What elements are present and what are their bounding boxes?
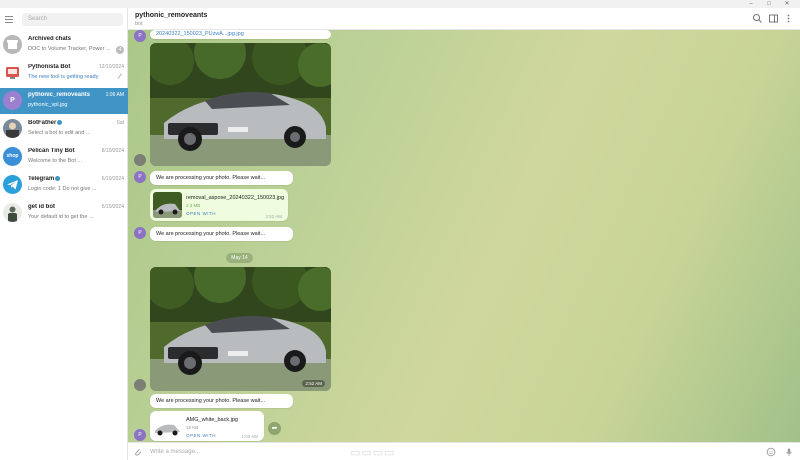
photo-message[interactable]: 2:52 AM bbox=[150, 267, 331, 391]
chat-item-get-id-bot[interactable]: get id bot 5/10/2024 Your default id to … bbox=[0, 200, 128, 226]
chat-item-telegram[interactable]: Telegram 6/10/2024 Login code: 1 Do not … bbox=[0, 172, 128, 198]
maximize-button[interactable]: □ bbox=[762, 0, 776, 8]
minimize-button[interactable]: – bbox=[744, 0, 758, 8]
archive-icon bbox=[3, 35, 22, 54]
avatar: P bbox=[134, 171, 146, 183]
verified-icon bbox=[55, 176, 61, 181]
pin-icon bbox=[117, 73, 125, 81]
chat-time: 12/10/2024 bbox=[98, 64, 124, 70]
chat-name: BotFather bbox=[28, 120, 100, 126]
chat-subtitle: bot bbox=[135, 21, 143, 27]
chat-preview: Your default id to get the ... bbox=[28, 214, 94, 220]
avatar bbox=[3, 203, 22, 222]
more-vertical-icon[interactable] bbox=[783, 13, 794, 24]
avatar bbox=[3, 119, 22, 138]
chat-header: pythonic_removeants bot bbox=[128, 8, 800, 30]
chat-name: Telegram bbox=[28, 176, 100, 182]
file-message[interactable]: AMG_white_back.jpg 18 KB OPEN WITH 1:03 … bbox=[150, 411, 264, 441]
verified-icon bbox=[57, 120, 63, 125]
message-list: 20240322_150023_PUzwA...jpg.jpg P P We a… bbox=[128, 30, 800, 442]
message-bubble: We are processing your photo. Please wai… bbox=[150, 394, 293, 408]
chat-preview: Select a bot to edit and ... bbox=[28, 130, 91, 136]
chat-item-pelican-tiny-bot[interactable]: shop Pelican Tiny Bot 8/10/2024 Welcome … bbox=[0, 144, 128, 170]
chat-preview: Welcome to the Bot ... bbox=[28, 158, 83, 164]
chat-preview: Login code: 1 Do not give ... bbox=[28, 186, 97, 192]
file-name: removal_aspose_20240322_150023.jpg bbox=[186, 195, 285, 201]
message-bubble: We are processing your photo. Please wai… bbox=[150, 171, 293, 185]
file-size: 2.3 MB bbox=[186, 203, 201, 208]
hamburger-menu-icon[interactable] bbox=[4, 14, 14, 24]
chat-item-botfather[interactable]: BotFather Sat Select a bot to edit and .… bbox=[0, 116, 128, 142]
avatar bbox=[134, 379, 146, 391]
chat-item-pythonic-removeants[interactable]: P pythonic_removeants 1:06 AM pythonic_v… bbox=[0, 88, 128, 114]
avatar: P bbox=[134, 227, 146, 239]
emoji-icon[interactable] bbox=[766, 447, 776, 457]
open-with-link[interactable]: OPEN WITH bbox=[186, 433, 216, 438]
chat-name-text: BotFather bbox=[28, 120, 57, 127]
date-separator: May 14 bbox=[226, 253, 253, 263]
microphone-icon[interactable] bbox=[784, 447, 794, 457]
chat-name: Archived chats bbox=[28, 36, 72, 42]
message-bubble: We are processing your photo. Please wai… bbox=[150, 227, 293, 241]
bot-avatar bbox=[3, 63, 22, 82]
chat-title[interactable]: pythonic_removeants bbox=[135, 12, 207, 19]
file-thumbnail bbox=[153, 414, 182, 440]
watermark-logo: ▭▭▭▭ bbox=[350, 447, 396, 459]
chat-preview: The new tool is getting ready bbox=[28, 74, 99, 80]
search-input[interactable]: Search bbox=[22, 13, 123, 26]
file-message[interactable]: removal_aspose_20240322_150023.jpg 2.3 M… bbox=[150, 189, 288, 221]
window-titlebar: – □ ✕ bbox=[0, 0, 800, 8]
message-time: 2:52 AM bbox=[265, 214, 282, 219]
message-text: We are processing your photo. Please wai… bbox=[156, 175, 266, 181]
avatar: P bbox=[134, 30, 146, 42]
chat-name-text: Telegram bbox=[28, 176, 55, 183]
avatar: P bbox=[3, 91, 22, 110]
chat-name: pythonic_removeants bbox=[28, 92, 91, 98]
chat-time: 1:06 AM bbox=[105, 92, 124, 98]
chat-preview: DOC to Volume Tracker, Power ... bbox=[28, 46, 111, 52]
message-composer: ▭▭▭▭ bbox=[128, 442, 800, 460]
chat-time: 8/10/2024 bbox=[101, 148, 124, 154]
open-with-link[interactable]: OPEN WITH bbox=[186, 211, 216, 216]
paperclip-icon[interactable] bbox=[133, 447, 143, 457]
chat-item-archived[interactable]: Archived chats DOC to Volume Tracker, Po… bbox=[0, 32, 128, 58]
message-input[interactable] bbox=[150, 446, 750, 458]
file-thumbnail bbox=[153, 192, 182, 218]
sidebar-toggle-icon[interactable] bbox=[768, 13, 779, 24]
message-text: We are processing your photo. Please wai… bbox=[156, 398, 266, 404]
file-size: 18 KB bbox=[186, 425, 199, 430]
avatar: P bbox=[134, 429, 146, 441]
chat-pane: pythonic_removeants bot 20240322_150023_… bbox=[128, 8, 800, 460]
chat-preview: pythonic_vpl.jpg bbox=[28, 102, 68, 108]
search-icon[interactable] bbox=[752, 13, 763, 24]
chat-time: 5/10/2024 bbox=[101, 204, 124, 210]
avatar: shop bbox=[3, 147, 22, 166]
close-button[interactable]: ✕ bbox=[780, 0, 794, 8]
chat-name: get id bot bbox=[28, 204, 55, 210]
telegram-icon bbox=[3, 175, 22, 194]
unread-badge: 4 bbox=[116, 46, 124, 54]
chat-item-pythonista-bot[interactable]: Pythonista Bot 12/10/2024 The new tool i… bbox=[0, 60, 128, 86]
chat-time: Sat bbox=[116, 120, 124, 126]
chat-time: 6/10/2024 bbox=[101, 176, 124, 182]
message-fragment: 20240322_150023_PUzwA...jpg.jpg bbox=[150, 30, 331, 39]
photo-message[interactable] bbox=[150, 43, 331, 166]
message-text: We are processing your photo. Please wai… bbox=[156, 231, 266, 237]
photo-time: 2:52 AM bbox=[302, 380, 325, 387]
chat-name: Pelican Tiny Bot bbox=[28, 148, 75, 154]
chat-list-sidebar: Search Archived chats DOC to Volume Trac… bbox=[0, 8, 128, 460]
forward-icon[interactable]: ➦ bbox=[268, 422, 281, 435]
avatar bbox=[134, 154, 146, 166]
chat-name: Pythonista Bot bbox=[28, 64, 71, 70]
message-text: 20240322_150023_PUzwA...jpg.jpg bbox=[156, 31, 244, 37]
message-time: 1:03 AM bbox=[241, 434, 258, 439]
